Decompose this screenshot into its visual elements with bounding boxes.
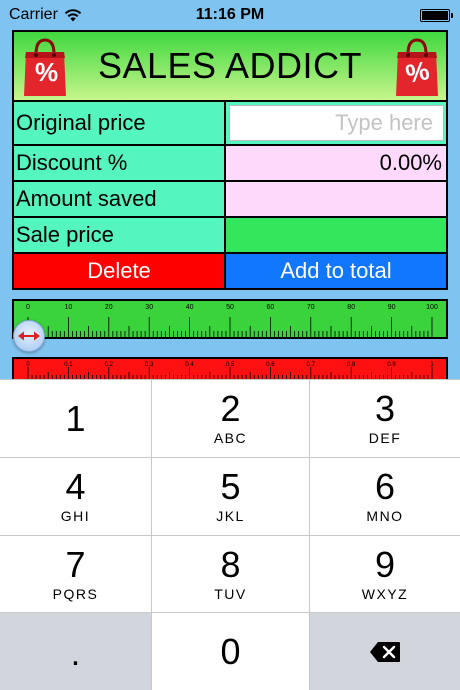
key-1[interactable]: 1 xyxy=(0,380,152,458)
battery-icon xyxy=(420,9,453,22)
key-2[interactable]: 2 ABC xyxy=(152,380,310,458)
status-time: 11:16 PM xyxy=(195,6,265,23)
discount-ruler-scale: 0 10 20 30 40 50 60 70 80 90 100 xyxy=(26,304,438,337)
fraction-ruler-tick-label: 1 xyxy=(430,362,434,368)
key-5-letters: JKL xyxy=(216,508,245,524)
key-8[interactable]: 8 TUV xyxy=(152,536,310,613)
key-3-letters: DEF xyxy=(368,430,402,446)
key-9-letters: WXYZ xyxy=(361,585,409,602)
key-6[interactable]: 6 MNO xyxy=(310,458,460,536)
ruler-slider-handle[interactable] xyxy=(13,320,45,352)
fraction-ruler-tick-label: 0.3 xyxy=(145,362,154,368)
original-price-cell xyxy=(226,102,446,144)
key-0-digit: 0 xyxy=(220,631,241,672)
key-9-digit: 9 xyxy=(374,543,396,585)
add-to-total-button[interactable]: Add to total xyxy=(226,254,446,288)
app-title: SALES ADDICT xyxy=(97,45,363,86)
fraction-ruler[interactable]: 0 0.1 0.2 0.3 0.4 0.5 0.6 0.7 0.8 0.9 1 xyxy=(12,357,448,381)
key-6-letters: MNO xyxy=(366,508,404,524)
bag-left-symbol: % xyxy=(35,57,59,87)
fraction-ruler-tick-label: 0.4 xyxy=(185,362,194,368)
status-bar: Carrier 11:16 PM xyxy=(0,0,460,30)
key-decimal[interactable]: . xyxy=(0,613,152,690)
fraction-ruler-tick-label: 0.5 xyxy=(226,362,235,368)
discount-ruler-tick-label: 10 xyxy=(65,304,73,311)
fraction-ruler-tick-label: 0.6 xyxy=(266,362,275,368)
discount-ruler-tick-label: 20 xyxy=(105,304,113,311)
fraction-ruler-tick-label: 0.1 xyxy=(64,362,73,368)
key-5[interactable]: 5 JKL xyxy=(152,458,310,536)
amount-saved-label: Amount saved xyxy=(14,182,226,216)
key-6-digit: 6 xyxy=(374,466,396,507)
discount-label: Discount % xyxy=(14,146,226,180)
backspace-icon xyxy=(370,642,400,662)
original-price-input[interactable] xyxy=(229,105,444,141)
key-0[interactable]: 0 xyxy=(152,613,310,690)
backspace-key[interactable] xyxy=(310,613,460,690)
discount-ruler-tick-label: 50 xyxy=(226,304,234,311)
original-price-row: Original price xyxy=(14,102,446,146)
key-8-digit: 8 xyxy=(220,543,241,585)
key-1-digit: 1 xyxy=(65,397,86,439)
price-form: Original price Discount % 0.00% Amount s… xyxy=(12,102,448,254)
app-header: % SALES ADDICT % xyxy=(12,30,448,102)
discount-row: Discount % 0.00% xyxy=(14,146,446,182)
key-3[interactable]: 3 DEF xyxy=(310,380,460,458)
discount-ruler[interactable]: 0 10 20 30 40 50 60 70 80 90 100 xyxy=(12,299,448,339)
key-9[interactable]: 9 WXYZ xyxy=(310,536,460,613)
delete-button[interactable]: Delete xyxy=(14,254,226,288)
key-5-digit: 5 xyxy=(220,466,241,507)
fraction-ruler-tick-label: 0.2 xyxy=(105,362,114,368)
fraction-ruler-scale: 0 0.1 0.2 0.3 0.4 0.5 0.6 0.7 0.8 0.9 1 xyxy=(26,362,434,379)
amount-saved-row: Amount saved xyxy=(14,182,446,218)
fraction-ruler-tick-label: 0.8 xyxy=(347,362,356,368)
amount-saved-value xyxy=(226,182,446,216)
key-2-digit: 2 xyxy=(220,388,241,429)
key-decimal-symbol: . xyxy=(70,635,81,673)
sale-price-row: Sale price xyxy=(14,218,446,254)
key-8-letters: TUV xyxy=(214,585,247,602)
key-7[interactable]: 7 PQRS xyxy=(0,536,152,613)
discount-ruler-tick-label: 90 xyxy=(388,304,396,311)
key-4[interactable]: 4 GHI xyxy=(0,458,152,536)
original-price-label: Original price xyxy=(14,102,226,144)
sale-price-label: Sale price xyxy=(14,218,226,252)
key-4-letters: GHI xyxy=(60,508,91,524)
sales-addict-app: % SALES ADDICT % Original price Discount… xyxy=(12,30,448,381)
discount-value: 0.00% xyxy=(226,146,446,180)
left-right-arrows-icon xyxy=(18,331,40,341)
discount-ruler-tick-label: 100 xyxy=(426,304,438,311)
discount-ruler-tick-label: 70 xyxy=(307,304,315,311)
sale-price-value xyxy=(226,218,446,252)
discount-ruler-tick-label: 80 xyxy=(347,304,355,311)
discount-ruler-tick-label: 40 xyxy=(186,304,194,311)
numeric-keypad: 1 2 ABC 3 DEF 4 GHI 5 JKL 6 MNO 7 PQRS 8… xyxy=(0,379,460,690)
key-3-digit: 3 xyxy=(374,388,396,429)
action-buttons: Delete Add to total xyxy=(12,254,448,290)
discount-ruler-tick-label: 0 xyxy=(26,304,30,311)
fraction-ruler-tick-label: 0.7 xyxy=(307,362,316,368)
key-4-digit: 4 xyxy=(65,466,86,507)
discount-ruler-tick-label: 60 xyxy=(267,304,275,311)
key-2-letters: ABC xyxy=(213,430,248,446)
key-7-digit: 7 xyxy=(65,543,86,585)
fraction-ruler-tick-label: 0 xyxy=(26,362,30,368)
fraction-ruler-tick-label: 0.9 xyxy=(387,362,396,368)
key-7-letters: PQRS xyxy=(52,585,99,602)
discount-ruler-tick-label: 30 xyxy=(145,304,153,311)
